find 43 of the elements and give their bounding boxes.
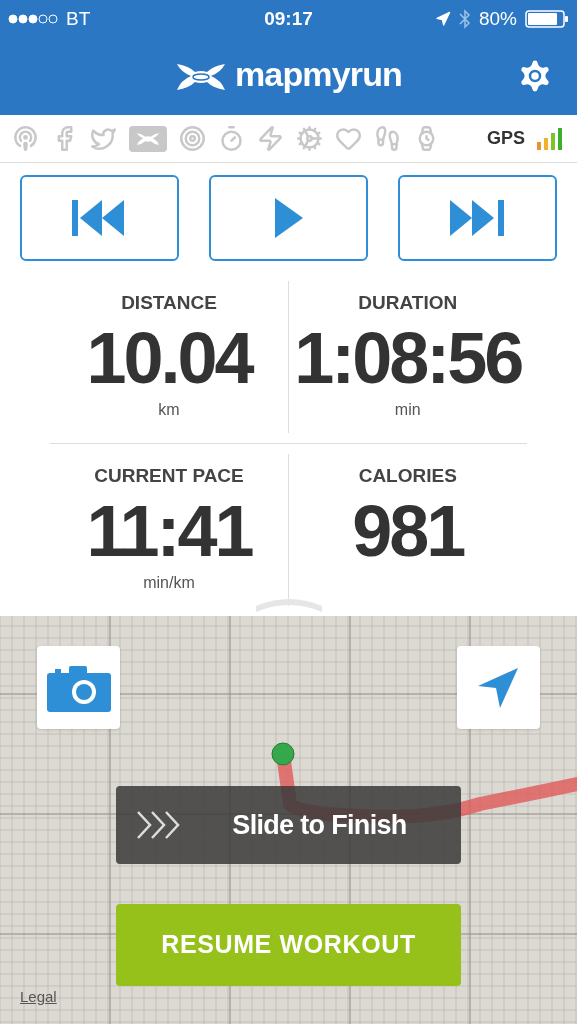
camera-button[interactable] — [37, 646, 120, 729]
stopwatch-icon[interactable] — [218, 125, 245, 152]
stat-label: CURRENT PACE — [94, 464, 244, 488]
play-icon — [274, 198, 303, 238]
lightning-icon[interactable] — [257, 125, 284, 152]
gps-label: GPS — [487, 127, 525, 150]
stat-unit: min — [394, 399, 421, 420]
logo-icon — [175, 61, 227, 92]
twitter-icon[interactable] — [90, 125, 117, 152]
target-icon[interactable] — [179, 125, 206, 152]
stat-label: DURATION — [358, 291, 458, 315]
slider-label: Slide to Finish — [231, 808, 408, 842]
stat-label: DISTANCE — [121, 291, 217, 315]
stat-unit: min/km — [143, 572, 195, 593]
previous-button[interactable] — [20, 175, 179, 261]
skip-forward-icon — [449, 200, 506, 236]
legal-link[interactable]: Legal — [20, 985, 57, 1008]
stat-label: CALORIES — [358, 464, 457, 488]
podcast-icon[interactable] — [12, 125, 39, 152]
location-button[interactable] — [457, 646, 540, 729]
stat-value: 981 — [352, 490, 464, 571]
chevrons-icon — [136, 809, 182, 840]
slide-to-finish-button[interactable]: Slide to Finish — [116, 786, 461, 864]
stat-value: 11:41 — [86, 490, 252, 571]
signal-icon — [8, 14, 58, 24]
navigation-arrow-icon — [477, 667, 520, 708]
gear-icon[interactable] — [296, 125, 323, 152]
bluetooth-icon — [459, 9, 471, 29]
stat-unit: km — [158, 399, 180, 420]
next-button[interactable] — [398, 175, 557, 261]
clock-time: 09:17 — [264, 6, 313, 31]
stat-value: 1:08:56 — [294, 317, 522, 398]
app-title: mapmyrun — [235, 54, 402, 95]
camera-icon — [46, 663, 111, 712]
play-button[interactable] — [209, 175, 368, 261]
battery-icon — [525, 10, 569, 28]
gps-signal-icon — [537, 127, 565, 150]
location-icon — [435, 11, 451, 27]
carrier-name: BT — [66, 6, 91, 31]
logo-badge-icon[interactable] — [129, 125, 167, 152]
stat-value: 10.04 — [86, 317, 252, 398]
battery-percent: 80% — [479, 6, 517, 31]
heart-icon[interactable] — [335, 125, 362, 152]
